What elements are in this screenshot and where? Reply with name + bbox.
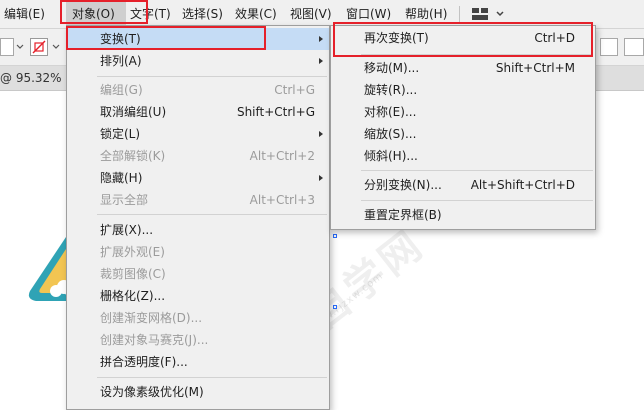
menu-select[interactable]: 选择(S) (182, 0, 223, 28)
menu-item-flatten-transparency[interactable]: 拼合透明度(F)... (67, 351, 329, 373)
menu-item-shortcut: Shift+Ctrl+M (495, 61, 575, 75)
chevron-down-icon[interactable] (52, 43, 60, 51)
fill-swatch[interactable] (0, 38, 14, 56)
workspace-layout-icon[interactable] (472, 8, 488, 20)
menu-item-label: 分别变换(N)... (364, 178, 442, 192)
menu-effect[interactable]: 效果(C) (235, 0, 277, 28)
menu-separator (361, 54, 593, 55)
menu-item-label: 全部解锁(K) (100, 149, 166, 163)
menu-item-create-object-mosaic[interactable]: 创建对象马赛克(J)... (67, 329, 329, 351)
menu-item-label: 变换(T) (100, 32, 141, 46)
submenu-arrow-icon (319, 36, 323, 42)
menu-object[interactable]: 对象(O) (66, 0, 126, 28)
menu-item-shortcut: Alt+Shift+Ctrl+D (470, 178, 575, 192)
menu-item-ungroup[interactable]: 取消编组(U) Shift+Ctrl+G (67, 101, 329, 123)
menu-item-lock[interactable]: 锁定(L) (67, 123, 329, 145)
menu-item-hide[interactable]: 隐藏(H) (67, 167, 329, 189)
toolbar-field[interactable] (624, 38, 644, 56)
menu-item-label: 倾斜(H)... (364, 149, 418, 163)
menu-item-reset-bounding-box[interactable]: 重置定界框(B) (331, 204, 595, 226)
menu-item-label: 锁定(L) (100, 127, 141, 141)
selection-handle[interactable] (333, 305, 337, 309)
submenu-arrow-icon (319, 58, 323, 64)
menu-item-rasterize[interactable]: 栅格化(Z)... (67, 285, 329, 307)
menubar-divider (459, 6, 460, 22)
menu-item-label: 旋转(R)... (364, 83, 418, 97)
toolbar-field[interactable] (600, 38, 618, 56)
menu-separator (97, 214, 327, 215)
menu-item-rotate[interactable]: 旋转(R)... (331, 79, 595, 101)
no-fill-swatch-icon[interactable] (30, 38, 48, 56)
menu-item-label: 显示全部 (100, 193, 149, 207)
chevron-down-icon[interactable] (16, 43, 24, 51)
menu-item-label: 设为像素级优化(M) (100, 385, 204, 399)
menu-item-shortcut: Alt+Ctrl+3 (249, 193, 315, 207)
menu-edit[interactable]: 编辑(E) (4, 0, 45, 28)
menu-separator (97, 76, 327, 77)
menu-help[interactable]: 帮助(H) (405, 0, 447, 28)
menu-item-expand-appearance[interactable]: 扩展外观(E) (67, 241, 329, 263)
menu-item-label: 排列(A) (100, 54, 142, 68)
menu-item-reflect[interactable]: 对称(E)... (331, 101, 595, 123)
menu-item-shortcut: Ctrl+G (274, 83, 315, 97)
menu-item-label: 创建对象马赛克(J)... (100, 333, 209, 347)
menu-item-make-pixel-perfect[interactable]: 设为像素级优化(M) (67, 381, 329, 403)
selection-handle[interactable] (333, 234, 337, 238)
menu-item-label: 扩展(X)... (100, 223, 154, 237)
menu-item-scale[interactable]: 缩放(S)... (331, 123, 595, 145)
transform-submenu: 再次变换(T) Ctrl+D 移动(M)... Shift+Ctrl+M 旋转(… (330, 25, 596, 230)
menu-item-unlock-all[interactable]: 全部解锁(K) Alt+Ctrl+2 (67, 145, 329, 167)
menu-item-transform-each[interactable]: 分别变换(N)... Alt+Shift+Ctrl+D (331, 174, 595, 196)
menu-item-transform-again[interactable]: 再次变换(T) Ctrl+D (331, 27, 595, 49)
submenu-arrow-icon (319, 131, 323, 137)
menu-item-shortcut: Ctrl+D (534, 31, 575, 45)
menu-item-label: 缩放(S)... (364, 127, 417, 141)
menu-item-arrange[interactable]: 排列(A) (67, 50, 329, 72)
menu-separator (97, 377, 327, 378)
object-menu: 变换(T) 排列(A) 编组(G) Ctrl+G 取消编组(U) Shift+C… (66, 25, 330, 410)
menu-item-label: 隐藏(H) (100, 171, 143, 185)
menu-item-shortcut: Shift+Ctrl+G (236, 105, 315, 119)
submenu-arrow-icon (319, 175, 323, 181)
menu-separator (361, 170, 593, 171)
menu-item-label: 创建渐变网格(D)... (100, 311, 203, 325)
menu-item-label: 栅格化(Z)... (100, 289, 166, 303)
menu-item-shortcut: Alt+Ctrl+2 (249, 149, 315, 163)
menu-item-show-all[interactable]: 显示全部 Alt+Ctrl+3 (67, 189, 329, 211)
menu-window[interactable]: 窗口(W) (346, 0, 391, 28)
menu-item-label: 编组(G) (100, 83, 143, 97)
menu-item-label: 移动(M)... (364, 61, 420, 75)
menu-item-label: 裁剪图像(C) (100, 267, 166, 281)
menu-item-group[interactable]: 编组(G) Ctrl+G (67, 79, 329, 101)
menu-item-shear[interactable]: 倾斜(H)... (331, 145, 595, 167)
menu-item-label: 拼合透明度(F)... (100, 355, 188, 369)
menu-item-label: 扩展外观(E) (100, 245, 165, 259)
menu-item-create-gradient-mesh[interactable]: 创建渐变网格(D)... (67, 307, 329, 329)
menu-item-transform[interactable]: 变换(T) (67, 28, 329, 50)
menu-item-label: 重置定界框(B) (364, 208, 442, 222)
menu-item-label: 取消编组(U) (100, 105, 167, 119)
menu-type[interactable]: 文字(T) (130, 0, 171, 28)
menu-item-crop-image[interactable]: 裁剪图像(C) (67, 263, 329, 285)
menu-item-label: 对称(E)... (364, 105, 417, 119)
menu-view[interactable]: 视图(V) (290, 0, 332, 28)
menu-item-label: 再次变换(T) (364, 31, 429, 45)
menu-item-expand[interactable]: 扩展(X)... (67, 219, 329, 241)
chevron-down-icon[interactable] (495, 7, 505, 21)
menu-separator (361, 200, 593, 201)
menu-item-move[interactable]: 移动(M)... Shift+Ctrl+M (331, 57, 595, 79)
